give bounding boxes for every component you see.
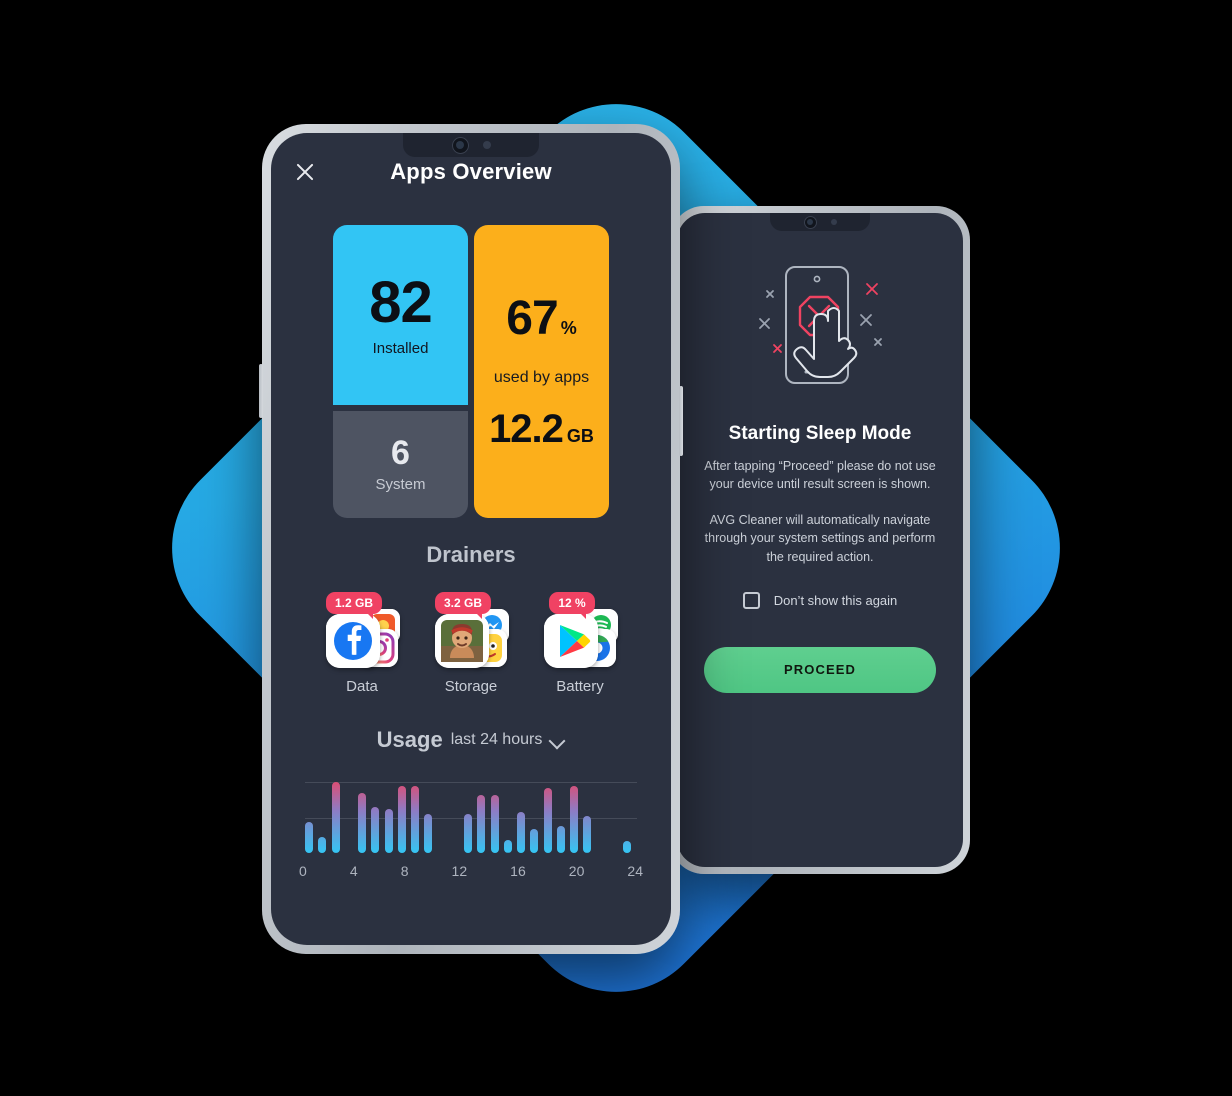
drainer-label: Storage [444,678,498,695]
dont-show-again-row[interactable]: Don’t show this again [742,591,898,609]
system-apps-value: 6 [391,434,410,472]
front-phone-power-button[interactable] [679,386,683,456]
drainer-battery[interactable]: 12 % Battery [531,592,629,695]
system-apps-card[interactable]: 6 System [333,411,468,518]
usage-title: Usage [376,727,443,752]
usage-header[interactable]: Usage last 24 hours [271,727,671,753]
chart-bar [424,814,433,853]
drainer-label: Battery [556,678,604,695]
proceed-button[interactable]: PROCEED [704,646,936,693]
back-phone: Starting Sleep Mode After tapping “Proce… [668,206,970,874]
stats-cards: 82 Installed 6 System 67 % used by apps [333,225,609,518]
chart-bar [411,785,419,853]
drainer-data[interactable]: 1.2 GB Data [313,592,411,695]
chart-bar [318,836,327,853]
chart-bar [556,826,565,853]
chart-x-tick: 20 [568,863,585,879]
dont-show-again-checkbox[interactable] [742,591,760,609]
back-phone-notch [770,213,870,231]
storage-size-unit: GB [566,425,594,446]
chart-bar [623,840,631,853]
drainer-storage[interactable]: 3.2 GB Storage [422,592,520,695]
chart-bar [464,814,472,853]
screenshot-stage: Starting Sleep Mode After tapping “Proce… [0,0,1232,1096]
chart-bars [305,775,637,853]
drainer-badge: 12 % [549,592,595,619]
chart-x-axis: 0 4 8 12 16 20 24 [299,863,643,879]
drainer-badge: 1.2 GB [325,592,382,619]
drainers-title: Drainers [426,542,516,567]
usage-range-label: last 24 hours [450,731,543,748]
storage-size-value: 12.2 [489,406,564,451]
chart-bar [517,811,525,853]
apps-overview-header: Apps Overview [271,133,671,211]
storage-percent-row: 67 % [506,291,577,345]
storage-percent-value: 67 [506,291,558,345]
front-camera-icon [803,215,817,229]
sleep-mode-panel: Starting Sleep Mode After tapping “Proce… [677,213,963,693]
storage-size-row: 12.2 GB [489,409,594,449]
chart-bar [384,809,393,853]
sleep-mode-title: Starting Sleep Mode [728,423,912,444]
installed-apps-value: 82 [369,269,433,335]
usage-bar-chart [305,775,637,853]
proximity-sensor-icon [830,219,837,225]
installed-apps-label: Installed [372,339,429,357]
chart-x-tick: 16 [510,863,526,879]
google-play-icon [544,614,598,668]
back-phone-screen: Starting Sleep Mode After tapping “Proce… [677,213,963,867]
chart-bar [543,787,552,853]
chart-x-tick: 12 [451,863,468,879]
drainer-label: Data [346,678,378,695]
front-phone-screen: Apps Overview 82 Installed 6 System 67 %… [271,133,671,945]
chart-bar [490,794,499,853]
chart-bar [397,785,406,853]
storage-percent-unit: % [560,317,577,338]
front-phone: Apps Overview 82 Installed 6 System 67 %… [259,124,683,954]
chart-x-tick: 8 [400,863,409,879]
drainer-badge: 3.2 GB [434,592,491,619]
page-title: Apps Overview [390,159,552,184]
chart-bar [530,828,539,853]
chart-bar [358,792,366,853]
chart-bar [305,821,313,853]
facebook-icon [326,614,380,668]
sleep-mode-paragraph-2: AVG Cleaner will automatically navigate … [704,513,936,564]
chart-bar [371,806,380,853]
storage-caption: used by apps [493,368,590,386]
chart-x-tick: 24 [627,863,643,879]
chevron-down-icon[interactable] [550,733,565,748]
storage-usage-card[interactable]: 67 % used by apps 12.2 GB [474,225,609,518]
sleep-mode-paragraph-1: After tapping “Proceed” please do not us… [704,459,936,492]
chart-bar [583,816,592,853]
front-phone-side-button[interactable] [259,364,263,418]
stats-cards-left-column: 82 Installed 6 System [333,225,468,518]
chart-x-tick: 0 [299,863,307,879]
system-apps-label: System [375,476,426,493]
chart-bar [331,782,340,853]
chart-bar [503,840,512,853]
chart-x-tick: 4 [349,863,358,879]
game-app-icon [435,614,489,668]
close-icon[interactable] [293,160,317,184]
drainers-list: 1.2 GB Data 3.2 GB Storage 12 % Battery [313,592,629,695]
dont-show-again-label: Don’t show this again [773,592,898,608]
chart-bar [570,785,578,853]
chart-bar [477,794,486,853]
phone-blocked-hand-icon [759,266,882,384]
drainer-icon-stack [324,609,400,669]
installed-apps-card[interactable]: 82 Installed [333,225,468,405]
drainer-icon-stack [433,609,509,669]
